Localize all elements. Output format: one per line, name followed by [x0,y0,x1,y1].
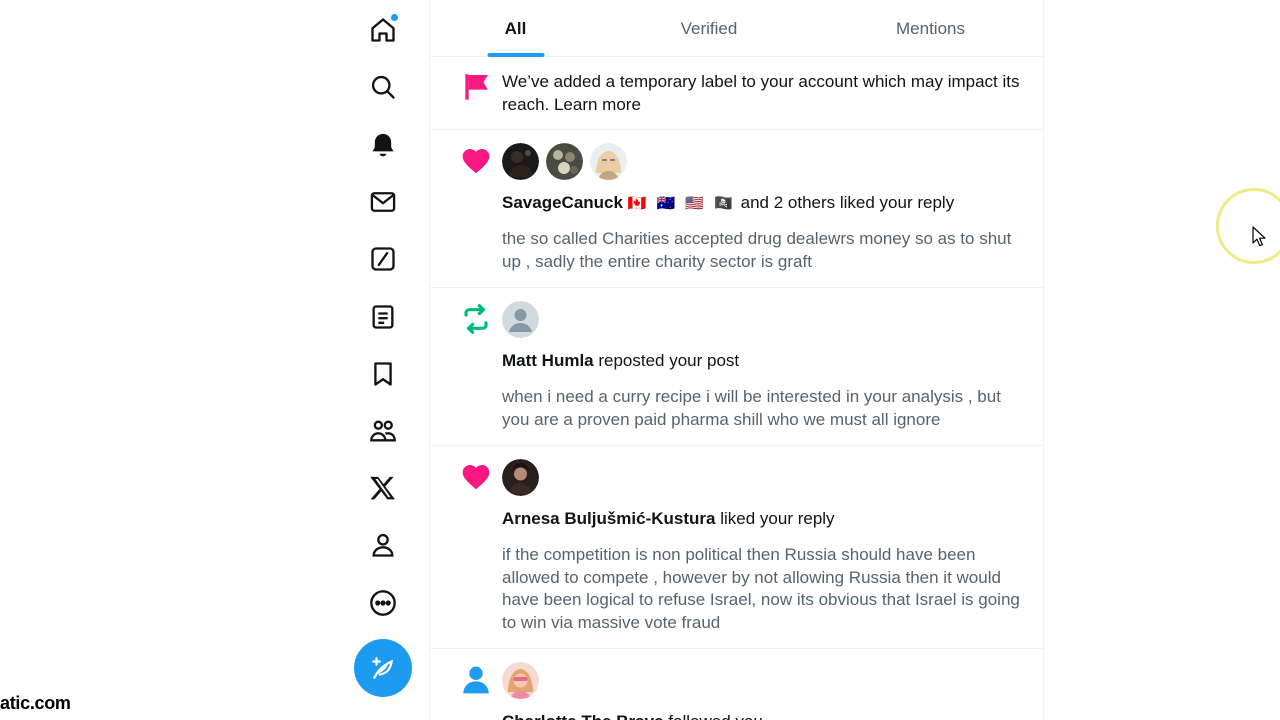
user-name[interactable]: Matt Humla [502,351,594,370]
profile-nav-button[interactable] [363,525,403,565]
compose-post-button[interactable] [354,639,412,697]
avatar[interactable] [546,143,583,180]
bookmarks-nav-button[interactable] [363,354,403,394]
avatar[interactable] [502,143,539,180]
notification-action: followed you [664,712,763,720]
user-name[interactable]: Arnesa Buljušmić-Kustura [502,509,716,528]
avatar[interactable] [590,143,627,180]
cursor-highlight [1216,188,1280,264]
notification-dot [390,13,399,22]
tab-all[interactable]: All [430,0,601,57]
more-icon [370,590,396,616]
reply-snippet: the so called Charities accepted drug de… [502,229,1012,271]
search-icon [371,75,395,99]
tab-mentions[interactable]: Mentions [817,0,1044,57]
reply-snippet: if the competition is non political then… [502,545,1020,632]
communities-nav-button[interactable] [363,411,403,451]
notification-headline: Charlotte The Brave followed you [502,711,1022,720]
person-icon [460,664,492,696]
notification-item[interactable]: We’ve added a temporary label to your ac… [430,57,1044,130]
primary-nav [345,0,421,720]
post-snippet: when i need a curry recipe i will be int… [502,387,1001,429]
notification-item[interactable]: Arnesa Buljušmić-Kustura liked your repl… [430,446,1044,649]
grok-icon [371,247,395,271]
liker-avatars [502,459,539,496]
avatar[interactable] [502,662,539,699]
liker-avatars [502,143,627,180]
notification-headline: SavageCanuck 🇨🇦 🇦🇺 🇺🇸 🏴‍☠️ and 2 others … [502,192,1022,216]
notification-text: We’ve added a temporary label to your ac… [502,72,1020,114]
notification-action: reposted your post [593,351,740,370]
tab-all-label: All [504,18,527,38]
flag-icon [460,71,492,103]
messages-nav-button[interactable] [363,182,403,222]
heart-icon [460,461,492,493]
notifications-column: All Verified Mentions We’ve added a temp… [429,0,1044,720]
lists-icon [372,305,394,329]
profile-icon [372,533,394,557]
grok-nav-button[interactable] [363,239,403,279]
notification-item[interactable]: Charlotte The Brave followed you [430,649,1044,720]
feather-plus-icon [372,657,394,679]
notification-item[interactable]: Matt Humla reposted your post when i nee… [430,288,1044,446]
heart-icon [460,145,492,177]
notification-action: liked your reply [715,509,835,528]
premium-nav-button[interactable] [363,468,403,508]
tab-mentions-label: Mentions [896,18,965,38]
bell-icon [372,133,394,157]
notification-tabs: All Verified Mentions [430,0,1044,57]
notification-headline: Matt Humla reposted your post [502,350,1022,373]
user-name[interactable]: Charlotte The Brave [502,712,664,720]
watermark-text: atic.com [0,693,71,713]
home-nav-button[interactable] [363,10,403,50]
lists-nav-button[interactable] [363,297,403,337]
explore-nav-button[interactable] [363,67,403,107]
mouse-cursor-icon [1252,226,1266,247]
follower-avatars [502,662,539,699]
avatar[interactable] [502,459,539,496]
communities-icon [370,420,396,442]
bookmark-icon [374,362,392,386]
tab-verified[interactable]: Verified [601,0,817,57]
notification-headline: Arnesa Buljušmić-Kustura liked your repl… [502,508,1022,531]
avatar[interactable] [502,301,539,338]
mail-icon [370,192,396,212]
x-logo-icon [370,476,396,500]
user-flags: 🇨🇦 🇦🇺 🇺🇸 🏴‍☠️ [627,195,736,212]
reposter-avatars [502,301,539,338]
user-name[interactable]: SavageCanuck [502,193,623,212]
notification-action: and 2 others liked your reply [735,193,955,212]
tab-verified-label: Verified [680,18,738,38]
repost-icon [460,303,492,335]
notification-item[interactable]: SavageCanuck 🇨🇦 🇦🇺 🇺🇸 🏴‍☠️ and 2 others … [430,130,1044,288]
notifications-nav-button[interactable] [363,125,403,165]
more-nav-button[interactable] [363,583,403,623]
